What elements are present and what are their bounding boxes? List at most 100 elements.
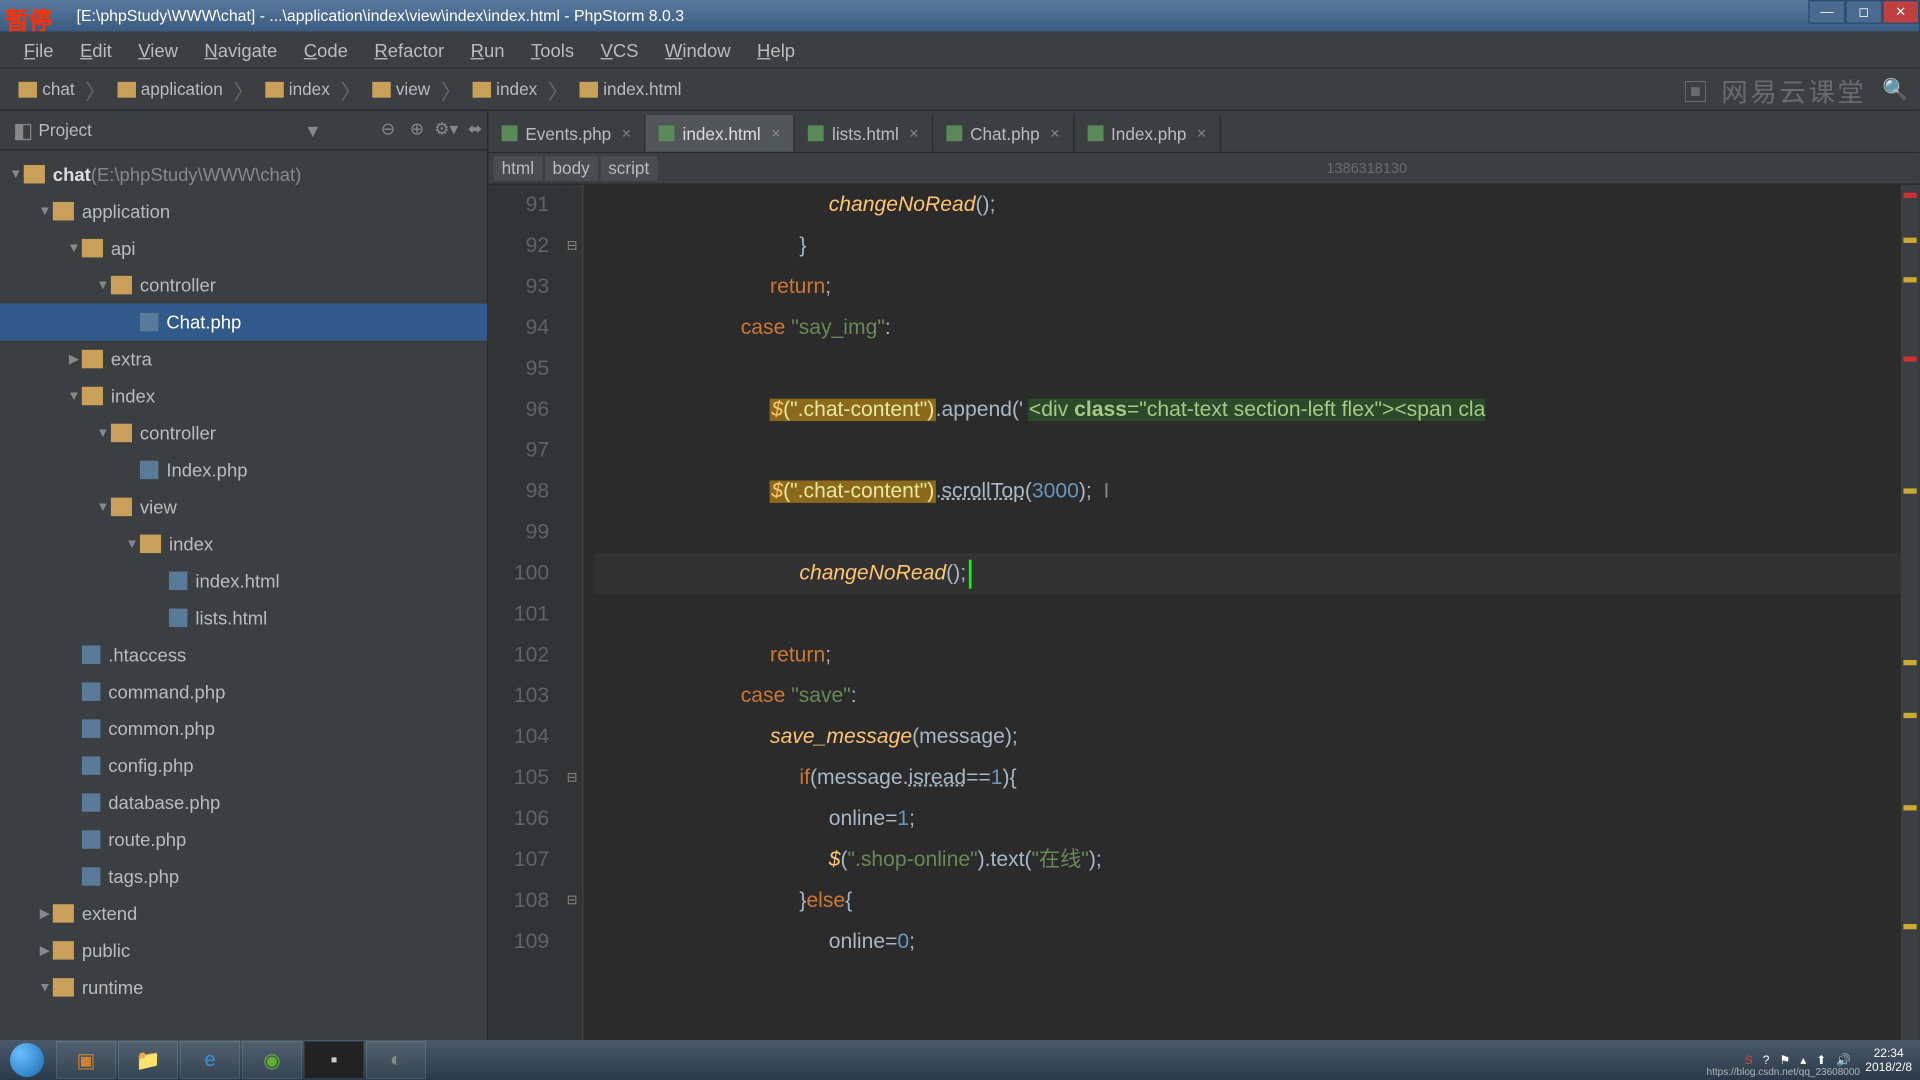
tab-index-html[interactable]: index.html×: [646, 115, 796, 152]
maximize-button[interactable]: ◻: [1845, 0, 1882, 24]
breadcrumb-item[interactable]: index: [464, 77, 545, 102]
menu-view[interactable]: View: [125, 34, 191, 66]
tree-item-api[interactable]: ▼api: [0, 230, 487, 267]
code-line-109[interactable]: online=0;: [594, 921, 1919, 962]
tree-item-public[interactable]: ▶public: [0, 932, 487, 969]
project-panel-title[interactable]: Project: [38, 120, 307, 140]
menu-run[interactable]: Run: [457, 34, 517, 66]
start-button[interactable]: [0, 1040, 54, 1080]
code-line-98[interactable]: $(".chat-content").scrollTop(3000); I: [594, 471, 1919, 512]
hide-icon[interactable]: ⬌: [463, 118, 487, 142]
code-line-96[interactable]: $(".chat-content").append(' <div class="…: [594, 389, 1919, 430]
code-line-97[interactable]: [594, 430, 1919, 471]
tree-item-Chat-php[interactable]: Chat.php: [0, 304, 487, 341]
code-editor[interactable]: 9192939495969798991001011021031041051061…: [488, 185, 1919, 1040]
tree-item-database-php[interactable]: database.php: [0, 784, 487, 821]
tray-volume-icon[interactable]: 🔊: [1836, 1053, 1851, 1067]
project-tree[interactable]: ▼chat (E:\phpStudy\WWW\chat)▼application…: [0, 150, 487, 1005]
code-crumb-script[interactable]: script: [600, 156, 657, 181]
tree-item-index[interactable]: ▼index: [0, 525, 487, 562]
tree-item--htaccess[interactable]: .htaccess: [0, 636, 487, 673]
breadcrumb-item[interactable]: index.html: [572, 77, 690, 102]
tree-item-lists-html[interactable]: lists.html: [0, 599, 487, 636]
menu-window[interactable]: Window: [652, 34, 744, 66]
breadcrumb-item[interactable]: view: [364, 77, 438, 102]
tree-item-index-html[interactable]: index.html: [0, 562, 487, 599]
taskbar-app-green[interactable]: ◉: [242, 1041, 302, 1079]
minimize-button[interactable]: —: [1808, 0, 1845, 24]
tray-icon[interactable]: ?: [1763, 1053, 1770, 1067]
code-line-93[interactable]: return;: [594, 267, 1919, 308]
tab-close-icon[interactable]: ×: [909, 124, 918, 142]
locate-icon[interactable]: ⊕: [405, 118, 429, 142]
tree-root[interactable]: ▼chat (E:\phpStudy\WWW\chat): [0, 156, 487, 193]
settings-icon[interactable]: ⚙▾: [434, 118, 458, 142]
code-crumb-html[interactable]: html: [494, 156, 542, 181]
tab-lists-html[interactable]: lists.html×: [795, 115, 933, 152]
tree-item-controller[interactable]: ▼controller: [0, 267, 487, 304]
menu-tools[interactable]: Tools: [518, 34, 588, 66]
tree-item-runtime[interactable]: ▼runtime: [0, 969, 487, 1006]
tab-Events-php[interactable]: Events.php×: [488, 115, 645, 152]
taskbar-app-explorer[interactable]: 📁: [118, 1041, 178, 1079]
collapse-icon[interactable]: ⊖: [376, 118, 400, 142]
tray-expand-icon[interactable]: ▴: [1800, 1053, 1806, 1067]
project-dropdown-arrow[interactable]: ▾: [308, 117, 319, 143]
tree-item-application[interactable]: ▼application: [0, 193, 487, 230]
menu-code[interactable]: Code: [291, 34, 362, 66]
code-line-94[interactable]: case "say_img":: [594, 308, 1919, 349]
menu-edit[interactable]: Edit: [67, 34, 125, 66]
menu-vcs[interactable]: VCS: [587, 34, 651, 66]
tree-item-index[interactable]: ▼index: [0, 378, 487, 415]
tree-item-command-php[interactable]: command.php: [0, 673, 487, 710]
menu-file[interactable]: File: [11, 34, 67, 66]
taskbar-app-terminal[interactable]: ▪: [304, 1041, 364, 1079]
taskbar-clock[interactable]: 22:342018/2/8: [1865, 1046, 1912, 1074]
tree-item-view[interactable]: ▼view: [0, 488, 487, 525]
taskbar-app-ie[interactable]: e: [180, 1041, 240, 1079]
tab-close-icon[interactable]: ×: [622, 124, 631, 142]
code-line-108[interactable]: }else{: [594, 880, 1919, 921]
error-stripe[interactable]: [1901, 185, 1919, 1040]
code-line-105[interactable]: if(message.isread==1){: [594, 758, 1919, 799]
tray-network-icon[interactable]: ⬆: [1816, 1053, 1826, 1067]
code-line-102[interactable]: return;: [594, 635, 1919, 676]
tray-icon[interactable]: S: [1745, 1053, 1753, 1067]
code-line-103[interactable]: case "save":: [594, 676, 1919, 717]
code-line-107[interactable]: $(".shop-online").text("在线");: [594, 840, 1919, 881]
menu-help[interactable]: Help: [744, 34, 808, 66]
code-crumb-body[interactable]: body: [545, 156, 598, 181]
fold-column[interactable]: ⊟⊟⊟: [562, 185, 583, 1040]
tree-item-config-php[interactable]: config.php: [0, 747, 487, 784]
tab-close-icon[interactable]: ×: [771, 124, 780, 142]
tab-close-icon[interactable]: ×: [1050, 124, 1059, 142]
menu-refactor[interactable]: Refactor: [361, 34, 457, 66]
breadcrumb-item[interactable]: chat: [11, 77, 83, 102]
menu-navigate[interactable]: Navigate: [191, 34, 290, 66]
windows-taskbar[interactable]: ▣ 📁 e ◉ ▪ ◐ S ? ⚑ ▴ ⬆ 🔊 22:342018/2/8 ht…: [0, 1040, 1920, 1080]
code-line-99[interactable]: [594, 512, 1919, 553]
code-line-95[interactable]: [594, 348, 1919, 389]
close-button[interactable]: ✕: [1882, 0, 1919, 24]
breadcrumb-item[interactable]: application: [109, 77, 231, 102]
code-line-104[interactable]: save_message(message);: [594, 717, 1919, 758]
tree-item-Index-php[interactable]: Index.php: [0, 451, 487, 488]
tree-item-extra[interactable]: ▶extra: [0, 341, 487, 378]
taskbar-app-phpstorm[interactable]: ▣: [56, 1041, 116, 1079]
tree-item-route-php[interactable]: route.php: [0, 821, 487, 858]
code-line-100[interactable]: changeNoRead();: [594, 553, 1919, 594]
code-lines[interactable]: changeNoRead(); } return; case "say_img"…: [583, 185, 1919, 1040]
tab-Chat-php[interactable]: Chat.php×: [933, 115, 1074, 152]
tree-item-common-php[interactable]: common.php: [0, 710, 487, 747]
project-dropdown-icon[interactable]: ◧: [13, 117, 33, 143]
tree-item-tags-php[interactable]: tags.php: [0, 858, 487, 895]
tray-icon[interactable]: ⚑: [1779, 1053, 1790, 1067]
tab-Index-php[interactable]: Index.php×: [1074, 115, 1221, 152]
tree-item-controller[interactable]: ▼controller: [0, 414, 487, 451]
code-line-92[interactable]: }: [594, 226, 1919, 267]
search-icon[interactable]: 🔍: [1882, 77, 1908, 103]
code-line-106[interactable]: online=1;: [594, 799, 1919, 840]
breadcrumb-item[interactable]: index: [257, 77, 338, 102]
tree-item-extend[interactable]: ▶extend: [0, 895, 487, 932]
taskbar-app-obs[interactable]: ◐: [366, 1041, 426, 1079]
